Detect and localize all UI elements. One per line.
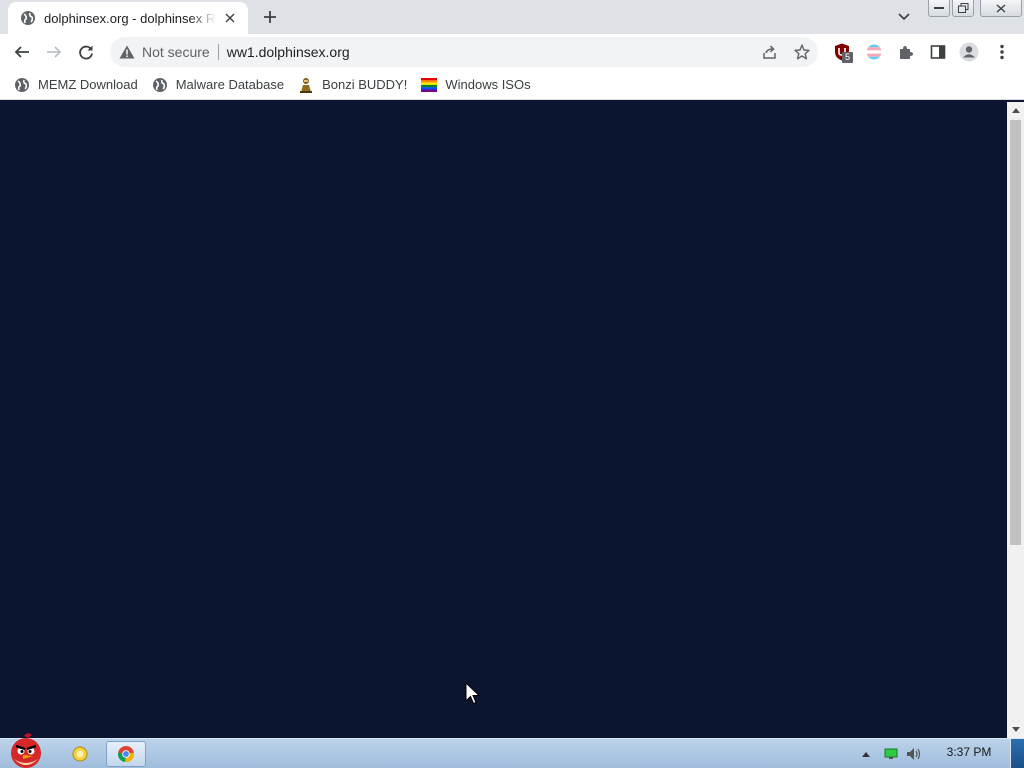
folder-icon <box>72 746 88 762</box>
network-icon[interactable] <box>882 745 900 763</box>
bookmark-label: Bonzi BUDDY! <box>322 77 408 92</box>
taskbar-chrome-button[interactable] <box>106 741 146 767</box>
profile-button[interactable] <box>959 42 979 62</box>
tab-search-button[interactable] <box>893 7 915 27</box>
extensions-menu-button[interactable] <box>896 42 916 62</box>
globe-icon <box>14 77 30 93</box>
angry-bird-start-icon <box>11 733 41 768</box>
volume-icon[interactable] <box>904 745 924 763</box>
bookmark-star-icon[interactable] <box>793 43 811 61</box>
address-bar[interactable]: Not secure ww1.dolphinsex.org <box>110 37 818 67</box>
taskbar: 3:37 PM <box>0 733 1024 768</box>
forward-arrow-icon <box>47 46 62 58</box>
chevron-up-icon <box>862 751 870 757</box>
share-icon[interactable] <box>761 43 779 61</box>
side-panel-button[interactable] <box>928 42 948 62</box>
reload-button[interactable] <box>74 40 98 64</box>
show-hidden-icons-button[interactable] <box>860 745 872 763</box>
bookmark-windows-isos[interactable]: Windows ISOs <box>419 73 538 97</box>
browser-toolbar: Not secure ww1.dolphinsex.org 5 <box>0 34 1024 70</box>
show-desktop-button[interactable] <box>1010 739 1024 768</box>
screen: dolphinsex.org - dolphinsex Re Not secur… <box>0 0 1024 768</box>
web-page-content[interactable] <box>0 102 1007 738</box>
bookmarks-bar: MEMZ Download Malware Database Bonzi BUD… <box>0 70 1024 100</box>
reload-icon <box>79 45 93 60</box>
chrome-menu-button[interactable] <box>992 42 1012 62</box>
close-tab-icon[interactable] <box>222 10 238 26</box>
security-status[interactable]: Not secure <box>142 44 210 60</box>
url-text[interactable]: ww1.dolphinsex.org <box>227 44 350 60</box>
minimize-icon <box>934 7 944 9</box>
bookmark-label: MEMZ Download <box>38 77 138 92</box>
start-button[interactable] <box>2 731 50 768</box>
restore-icon <box>957 3 968 13</box>
tab-strip: dolphinsex.org - dolphinsex Re <box>0 0 1024 34</box>
back-button[interactable] <box>10 40 34 64</box>
scroll-down-arrow-icon[interactable] <box>1007 721 1024 738</box>
forward-button[interactable] <box>42 40 66 64</box>
extension-badge: 5 <box>842 52 853 63</box>
puzzle-icon <box>900 46 913 59</box>
vertical-scrollbar[interactable] <box>1007 102 1024 738</box>
bookmark-label: Malware Database <box>175 77 285 92</box>
bonzi-icon <box>298 77 314 93</box>
close-window-button[interactable] <box>980 0 1022 17</box>
tab-title: dolphinsex.org - dolphinsex Re <box>44 10 216 26</box>
ublock-extension-button[interactable]: 5 <box>832 42 853 63</box>
mouse-pointer-icon <box>465 682 481 705</box>
bookmark-memz-download[interactable]: MEMZ Download <box>12 73 146 97</box>
plus-icon <box>264 11 276 23</box>
globe-icon <box>152 77 168 93</box>
taskbar-explorer-button[interactable] <box>60 741 100 767</box>
chrome-icon <box>117 746 135 763</box>
more-vert-icon <box>1000 44 1004 60</box>
window-controls <box>928 0 1024 18</box>
chevron-down-icon <box>898 13 910 21</box>
scrollbar-thumb[interactable] <box>1010 120 1021 545</box>
browser-tab[interactable]: dolphinsex.org - dolphinsex Re <box>8 2 248 34</box>
close-icon <box>996 3 1006 13</box>
globe-icon <box>20 10 36 26</box>
rainbow-flag-icon <box>421 77 438 93</box>
pride-extension-button[interactable] <box>864 42 884 62</box>
restore-button[interactable] <box>952 0 974 17</box>
taskbar-clock[interactable]: 3:37 PM <box>938 745 1000 759</box>
bookmark-malware-database[interactable]: Malware Database <box>150 73 292 97</box>
bookmark-label: Windows ISOs <box>445 77 531 92</box>
trans-flag-icon <box>866 44 882 60</box>
minimize-button[interactable] <box>928 0 950 17</box>
omnibox-divider <box>217 44 219 60</box>
back-arrow-icon <box>14 46 29 58</box>
bookmark-bonzi-buddy[interactable]: Bonzi BUDDY! <box>296 73 415 97</box>
new-tab-button[interactable] <box>258 6 282 28</box>
scroll-up-arrow-icon[interactable] <box>1007 102 1024 119</box>
side-panel-icon <box>930 45 946 59</box>
profile-avatar-icon <box>959 42 979 62</box>
warning-icon[interactable] <box>118 43 136 61</box>
